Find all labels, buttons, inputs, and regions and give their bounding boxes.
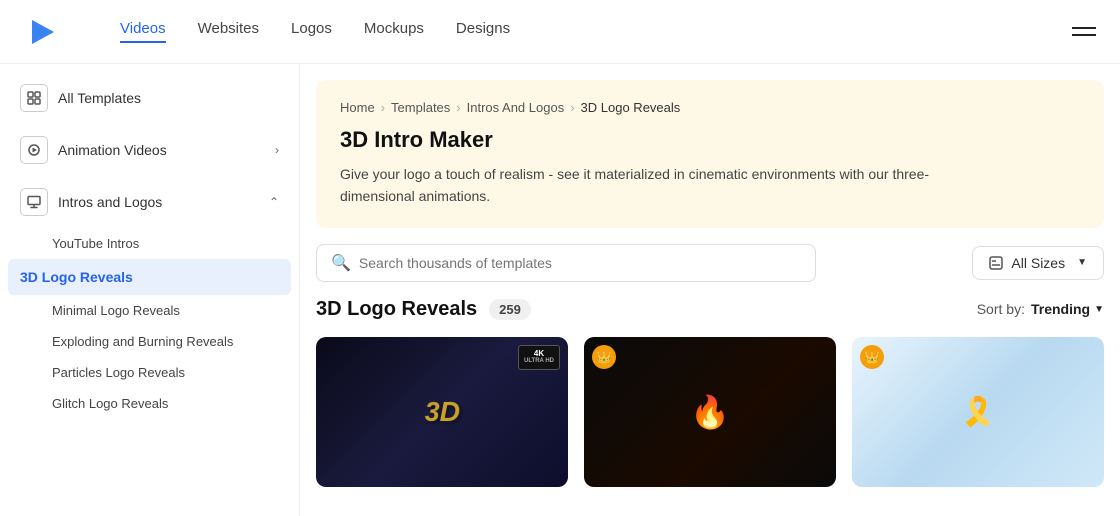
nav-mockups[interactable]: Mockups bbox=[364, 20, 424, 43]
header: Videos Websites Logos Mockups Designs bbox=[0, 0, 1120, 64]
sidebar-item-3d-logo-reveals[interactable]: 3D Logo Reveals bbox=[8, 259, 291, 295]
breadcrumb-sep-1: › bbox=[381, 100, 385, 115]
results-title: 3D Logo Reveals bbox=[316, 298, 477, 321]
sidebar-item-youtube-intros[interactable]: YouTube Intros bbox=[0, 228, 299, 259]
card-3-graphic: 🎗️ bbox=[961, 395, 996, 428]
logo[interactable] bbox=[24, 14, 60, 50]
search-icon: 🔍 bbox=[331, 253, 351, 273]
card-3-preview: 🎗️ bbox=[852, 337, 1104, 487]
card-1-graphic: 3D bbox=[425, 395, 460, 428]
results-row: 3D Logo Reveals 259 Sort by: Trending ▼ bbox=[300, 298, 1120, 337]
sidebar-item-all-templates[interactable]: All Templates bbox=[0, 72, 299, 124]
sidebar: All Templates Animation Videos › bbox=[0, 64, 300, 516]
page-title: 3D Intro Maker bbox=[340, 127, 1080, 153]
breadcrumb-current: 3D Logo Reveals bbox=[581, 100, 681, 115]
sidebar-item-particles-logo[interactable]: Particles Logo Reveals bbox=[0, 357, 299, 388]
breadcrumb-sep-2: › bbox=[456, 100, 460, 115]
card-2-preview: 🔥 bbox=[584, 337, 836, 487]
sort-value: Trending bbox=[1031, 301, 1090, 317]
breadcrumb-intros-logos[interactable]: Intros And Logos bbox=[467, 100, 565, 115]
main-nav: Videos Websites Logos Mockups Designs bbox=[120, 20, 1072, 43]
results-count-badge: 259 bbox=[489, 299, 531, 320]
filter-sizes-button[interactable]: All Sizes ▼ bbox=[972, 246, 1104, 280]
sidebar-intros-label: Intros and Logos bbox=[58, 194, 162, 210]
breadcrumb: Home › Templates › Intros And Logos › 3D… bbox=[340, 100, 1080, 115]
nav-websites[interactable]: Websites bbox=[198, 20, 259, 43]
crown-badge-2: 👑 bbox=[592, 345, 616, 369]
play-icon bbox=[20, 136, 48, 164]
template-card-2[interactable]: 🔥 👑 bbox=[584, 337, 836, 487]
sidebar-item-exploding-burning[interactable]: Exploding and Burning Reveals bbox=[0, 326, 299, 357]
hamburger-menu[interactable] bbox=[1072, 27, 1096, 36]
filter-label: All Sizes bbox=[1011, 255, 1065, 271]
card-2-graphic: 🔥 bbox=[690, 393, 730, 431]
main-content: Home › Templates › Intros And Logos › 3D… bbox=[300, 64, 1120, 516]
filter-chevron-icon: ▼ bbox=[1077, 257, 1087, 268]
page-description: Give your logo a touch of realism - see … bbox=[340, 163, 980, 208]
nav-logos[interactable]: Logos bbox=[291, 20, 332, 43]
crown-badge-3: 👑 bbox=[860, 345, 884, 369]
filter-icon bbox=[989, 256, 1003, 270]
sidebar-item-minimal-logo[interactable]: Minimal Logo Reveals bbox=[0, 295, 299, 326]
cards-row: 3D 4KULTRA HD 🔥 👑 🎗️ 👑 bbox=[300, 337, 1120, 487]
sidebar-item-animation-videos[interactable]: Animation Videos › bbox=[0, 124, 299, 176]
sort-select[interactable]: Trending ▼ bbox=[1031, 301, 1104, 317]
search-box[interactable]: 🔍 bbox=[316, 244, 816, 282]
sidebar-all-templates-label: All Templates bbox=[58, 90, 141, 106]
sidebar-animation-label: Animation Videos bbox=[58, 142, 167, 158]
sort-row: Sort by: Trending ▼ bbox=[977, 301, 1104, 317]
chevron-up-icon: ⌃ bbox=[269, 195, 279, 209]
breadcrumb-templates[interactable]: Templates bbox=[391, 100, 450, 115]
nav-designs[interactable]: Designs bbox=[456, 20, 510, 43]
search-row: 🔍 All Sizes ▼ bbox=[300, 244, 1120, 298]
nav-videos[interactable]: Videos bbox=[120, 20, 166, 43]
template-card-3[interactable]: 🎗️ 👑 bbox=[852, 337, 1104, 487]
breadcrumb-sep-3: › bbox=[570, 100, 574, 115]
sort-chevron-icon: ▼ bbox=[1094, 304, 1104, 315]
breadcrumb-home[interactable]: Home bbox=[340, 100, 375, 115]
search-input[interactable] bbox=[359, 255, 801, 271]
sidebar-item-glitch-logo[interactable]: Glitch Logo Reveals bbox=[0, 388, 299, 419]
grid-icon bbox=[20, 84, 48, 112]
sidebar-item-intros-logos[interactable]: Intros and Logos ⌃ bbox=[0, 176, 299, 228]
banner: Home › Templates › Intros And Logos › 3D… bbox=[316, 80, 1104, 228]
sort-label: Sort by: bbox=[977, 301, 1025, 317]
monitor-icon bbox=[20, 188, 48, 216]
4k-badge: 4KULTRA HD bbox=[518, 345, 560, 370]
chevron-down-icon: › bbox=[275, 143, 279, 157]
template-card-1[interactable]: 3D 4KULTRA HD bbox=[316, 337, 568, 487]
